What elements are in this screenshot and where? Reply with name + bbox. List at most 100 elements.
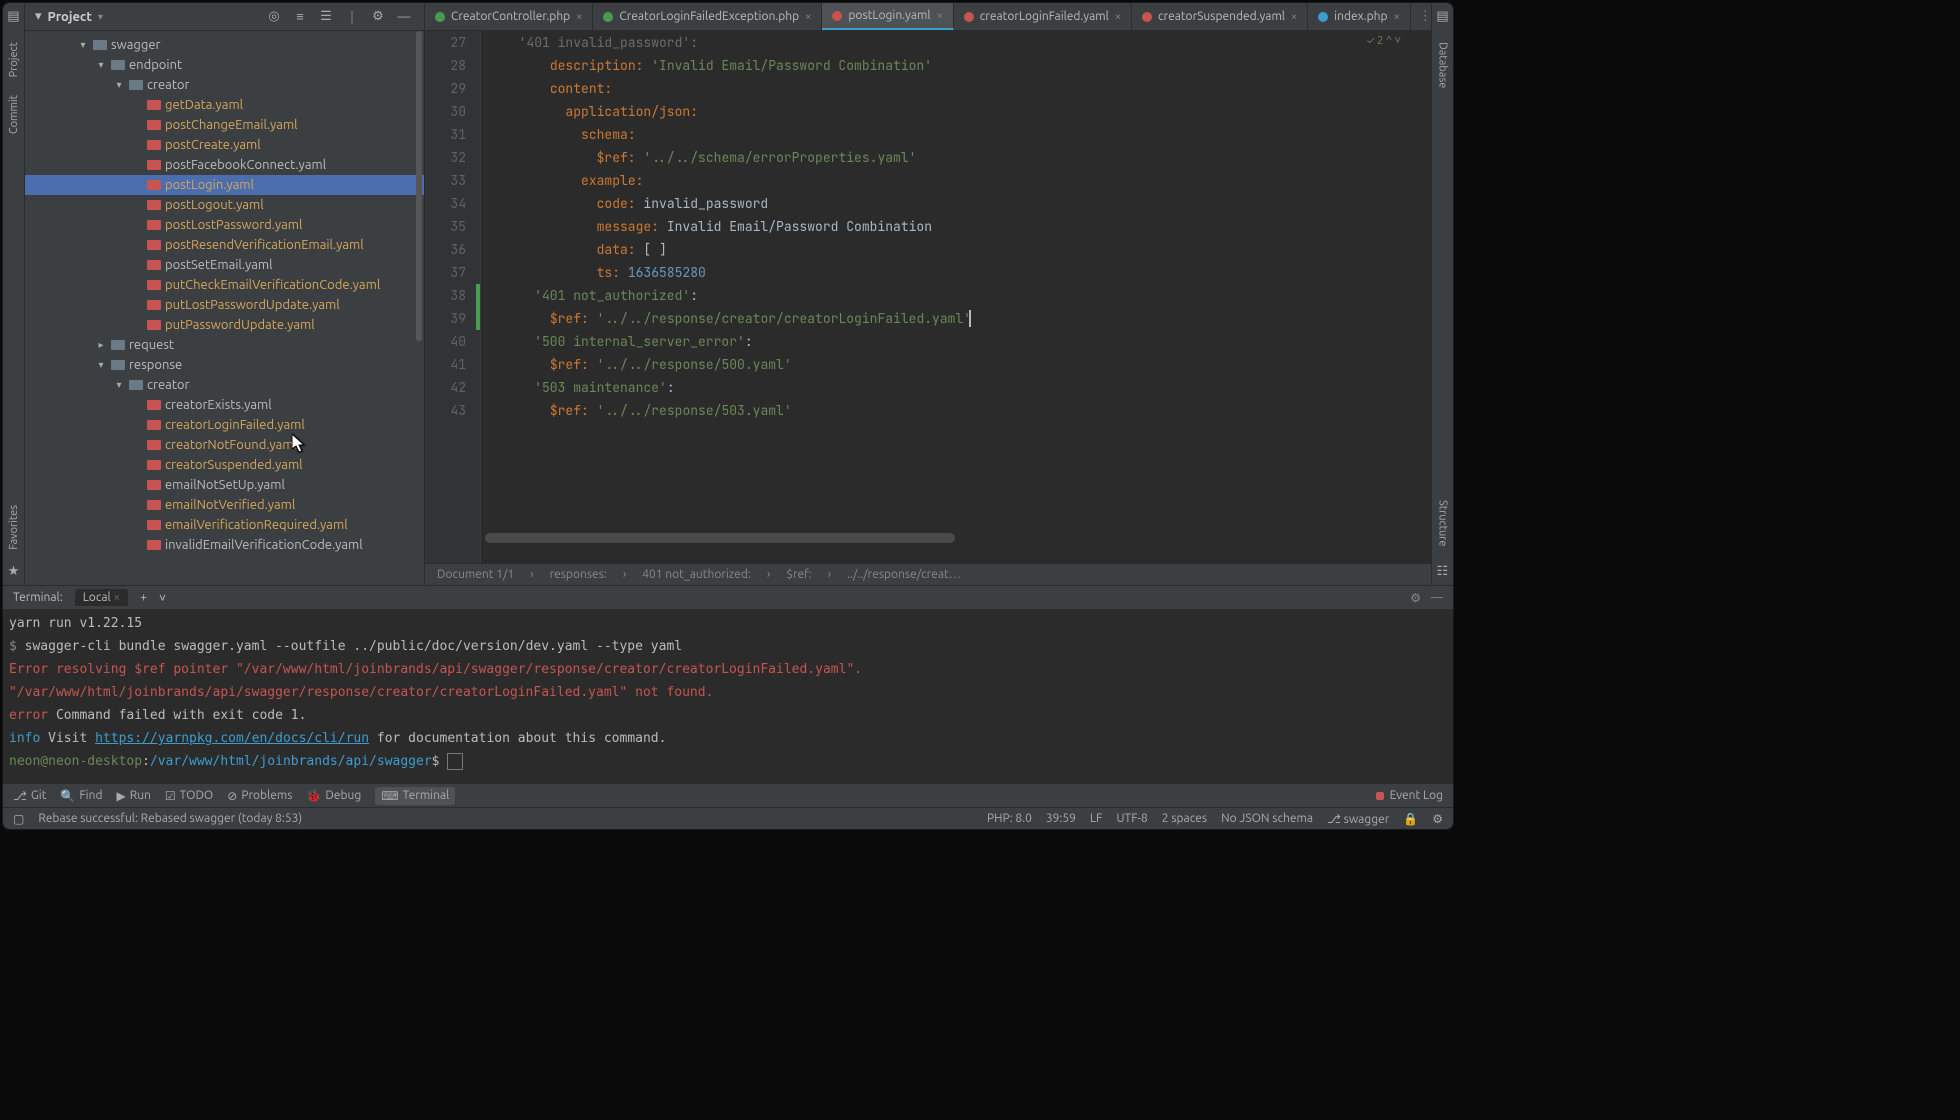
structure-tool[interactable]: Structure xyxy=(1437,500,1449,547)
status-bar: ▢ Rebase successful: Rebased swagger (to… xyxy=(3,807,1453,829)
close-icon[interactable]: × xyxy=(576,11,582,23)
tree-item[interactable]: postLogin.yaml xyxy=(25,175,424,195)
crumb-4[interactable]: ../../response/creat… xyxy=(847,568,961,581)
crumb-1[interactable]: responses: xyxy=(550,568,607,581)
status-lock-icon[interactable]: 🔒 xyxy=(1403,812,1418,826)
tree-item-label: postSetEmail.yaml xyxy=(165,258,273,272)
tree-item[interactable]: ▾endpoint xyxy=(25,55,424,75)
close-icon[interactable]: × xyxy=(1115,11,1121,23)
tree-item[interactable]: postLostPassword.yaml xyxy=(25,215,424,235)
folder-icon[interactable]: ▤ xyxy=(7,9,19,24)
crumb-2[interactable]: 401 not_authorized: xyxy=(642,568,751,581)
tree-item-label: swagger xyxy=(111,38,160,52)
tool-label: Run xyxy=(130,789,151,802)
editor-h-scrollbar[interactable] xyxy=(485,533,955,543)
project-menu[interactable]: ▾ xyxy=(35,9,42,24)
status-php[interactable]: PHP: 8.0 xyxy=(987,812,1032,825)
terminal-hide-icon[interactable]: — xyxy=(1431,591,1443,605)
close-icon[interactable]: × xyxy=(805,11,811,23)
tree-item[interactable]: postFacebookConnect.yaml xyxy=(25,155,424,175)
project-tool[interactable]: Project xyxy=(8,42,20,77)
bottom-tool-terminal[interactable]: ⌨Terminal xyxy=(375,787,455,805)
terminal-settings-icon[interactable]: ⚙ xyxy=(1410,591,1421,605)
close-icon[interactable]: × xyxy=(1291,11,1297,23)
tree-item[interactable]: ▾creator xyxy=(25,375,424,395)
tree-item-label: postLogout.yaml xyxy=(165,198,264,212)
folder-icon xyxy=(93,40,107,50)
editor-tab[interactable]: creatorSuspended.yaml× xyxy=(1132,3,1308,30)
close-icon[interactable]: × xyxy=(937,10,943,22)
tree-item[interactable]: postCreate.yaml xyxy=(25,135,424,155)
editor-gutter: 2728293031323334353637383940414243 xyxy=(425,31,481,563)
structure-icon[interactable]: ☷ xyxy=(1437,564,1449,579)
status-schema[interactable]: No JSON schema xyxy=(1221,812,1313,825)
bottom-tool-todo[interactable]: ☑TODO xyxy=(165,789,213,803)
tree-item[interactable]: emailNotVerified.yaml xyxy=(25,495,424,515)
project-tree[interactable]: ▾swagger▾endpoint▾creatorgetData.yamlpos… xyxy=(25,31,424,585)
tree-scrollbar[interactable] xyxy=(416,31,422,341)
status-line-sep[interactable]: LF xyxy=(1090,812,1102,825)
status-branch[interactable]: ⎇ swagger xyxy=(1327,812,1389,826)
tree-item[interactable]: postSetEmail.yaml xyxy=(25,255,424,275)
crumb-doc[interactable]: Document 1/1 xyxy=(437,568,514,581)
target-icon[interactable]: ◎ xyxy=(264,9,284,24)
tree-item[interactable]: putCheckEmailVerificationCode.yaml xyxy=(25,275,424,295)
folder-icon xyxy=(111,360,125,370)
editor-code[interactable]: '401 invalid_password': description: 'In… xyxy=(481,31,1431,563)
tree-item[interactable]: creatorNotFound.yaml xyxy=(25,435,424,455)
tree-item[interactable]: ▾creator xyxy=(25,75,424,95)
tree-item[interactable]: ▾swagger xyxy=(25,35,424,55)
tree-item[interactable]: creatorLoginFailed.yaml xyxy=(25,415,424,435)
tree-item[interactable]: ▾response xyxy=(25,355,424,375)
favorites-tool[interactable]: Favorites xyxy=(8,505,20,550)
tree-item[interactable]: postResendVerificationEmail.yaml xyxy=(25,235,424,255)
tree-item-label: request xyxy=(129,338,174,352)
bottom-tool-run[interactable]: ▶Run xyxy=(116,789,150,803)
editor-tab[interactable]: CreatorLoginFailedException.php× xyxy=(593,3,822,30)
tree-item[interactable]: putLostPasswordUpdate.yaml xyxy=(25,295,424,315)
tree-item[interactable]: postLogout.yaml xyxy=(25,195,424,215)
status-gear-icon[interactable]: ⚙ xyxy=(1432,812,1443,826)
tool-label: Git xyxy=(31,789,47,802)
inspection-badge[interactable]: ✓ 2 ^ ˅ xyxy=(1367,35,1401,47)
tree-item[interactable]: postChangeEmail.yaml xyxy=(25,115,424,135)
status-encoding[interactable]: UTF-8 xyxy=(1116,812,1147,825)
status-caret-pos[interactable]: 39:59 xyxy=(1046,812,1076,825)
db-icon[interactable]: ▤ xyxy=(1436,9,1448,24)
bottom-tool-git[interactable]: ⎇Git xyxy=(13,789,46,803)
tree-item[interactable]: ▸request xyxy=(25,335,424,355)
bottom-tool-problems[interactable]: ⊘Problems xyxy=(227,789,292,803)
tab-list-icon[interactable]: ⋮ xyxy=(1419,9,1432,24)
star-icon[interactable]: ★ xyxy=(8,564,20,579)
commit-tool[interactable]: Commit xyxy=(8,95,20,134)
tree-item[interactable]: getData.yaml xyxy=(25,95,424,115)
collapse-all-icon[interactable]: ☰ xyxy=(316,9,336,24)
status-indent[interactable]: 2 spaces xyxy=(1162,812,1207,825)
tree-item[interactable]: emailNotSetUp.yaml xyxy=(25,475,424,495)
bottom-tool-debug[interactable]: 🐞Debug xyxy=(306,789,361,803)
terminal-dropdown-icon[interactable]: ˅ xyxy=(159,591,166,605)
tree-item[interactable]: emailVerificationRequired.yaml xyxy=(25,515,424,535)
bottom-tool-find[interactable]: 🔍Find xyxy=(60,789,102,803)
terminal-add-icon[interactable]: + xyxy=(140,591,147,604)
tree-item[interactable]: invalidEmailVerificationCode.yaml xyxy=(25,535,424,555)
editor-tab[interactable]: creatorLoginFailed.yaml× xyxy=(954,3,1132,30)
editor-tab[interactable]: index.php× xyxy=(1308,3,1411,30)
terminal-output[interactable]: yarn run v1.22.15$ swagger-cli bundle sw… xyxy=(3,610,1453,783)
editor-tab[interactable]: postLogin.yaml× xyxy=(822,3,953,30)
tree-item[interactable]: creatorSuspended.yaml xyxy=(25,455,424,475)
close-icon[interactable]: × xyxy=(1394,11,1400,23)
editor-breadcrumbs: Document 1/1› responses:› 401 not_author… xyxy=(425,563,1431,585)
crumb-3[interactable]: $ref: xyxy=(786,568,811,581)
tree-item[interactable]: creatorExists.yaml xyxy=(25,395,424,415)
expand-all-icon[interactable]: ≡ xyxy=(290,9,310,24)
database-tool[interactable]: Database xyxy=(1437,42,1449,88)
tree-item[interactable]: putPasswordUpdate.yaml xyxy=(25,315,424,335)
event-log-button[interactable]: Event Log xyxy=(1390,789,1443,802)
minimize-icon[interactable]: — xyxy=(394,10,414,24)
tool-label: Debug xyxy=(325,789,361,802)
status-icon[interactable]: ▢ xyxy=(13,812,24,826)
terminal-tab-local[interactable]: Local × xyxy=(75,589,129,606)
settings-icon[interactable]: ⚙ xyxy=(368,9,388,24)
editor-tab[interactable]: CreatorController.php× xyxy=(425,3,593,30)
